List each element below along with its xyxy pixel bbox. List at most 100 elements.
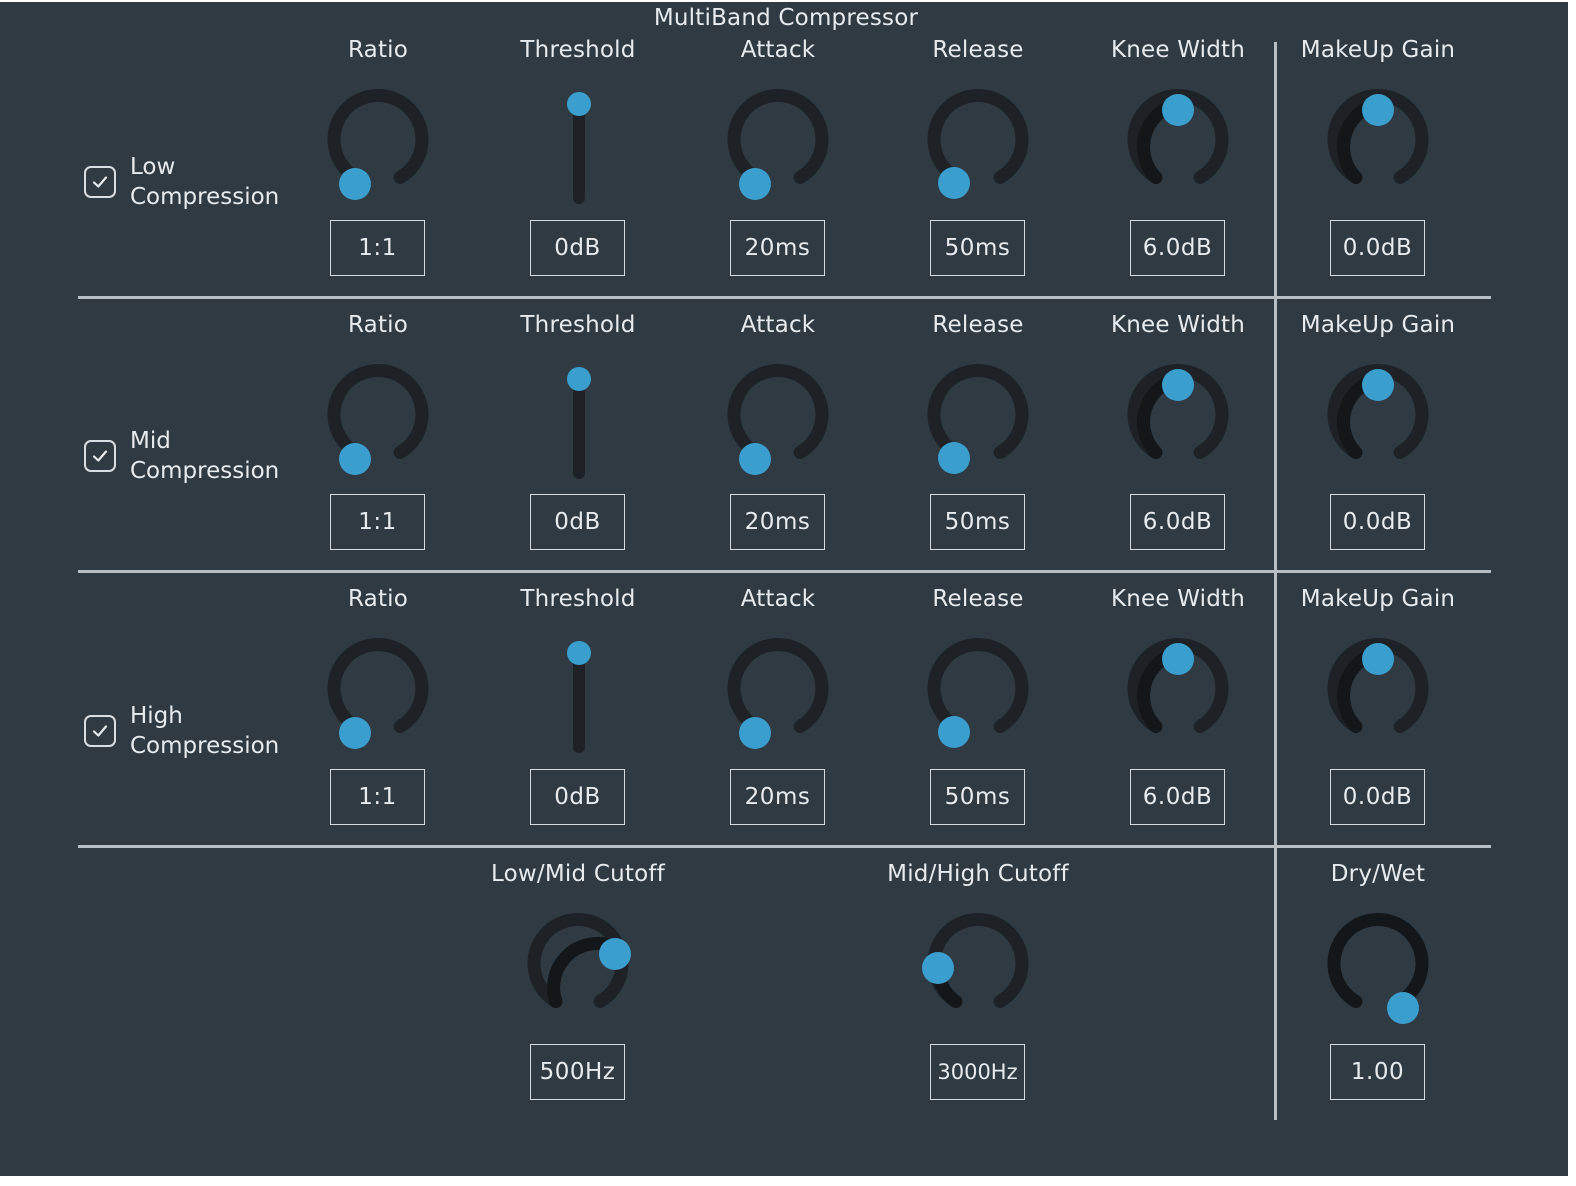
knob-indicator	[1162, 369, 1194, 401]
release-knob[interactable]	[918, 363, 1038, 483]
ratio-knob[interactable]	[318, 363, 438, 483]
band-label-line1: Low	[130, 154, 176, 180]
band-divider	[78, 845, 1491, 848]
makeup-gain-value-field[interactable]: 0.0dB	[1330, 769, 1425, 825]
band-mid-toggle[interactable]: Mid Compression	[84, 426, 279, 486]
band-label: Low Compression	[130, 152, 279, 212]
makeup-gain-value-field[interactable]: 0.0dB	[1330, 494, 1425, 550]
knee-width-knob[interactable]	[1118, 88, 1238, 208]
vertical-divider	[1274, 42, 1277, 1120]
ratio-label: Ratio	[347, 312, 409, 338]
knob-indicator	[938, 167, 970, 199]
band-divider	[78, 570, 1491, 573]
knob-indicator	[599, 938, 631, 970]
release-label: Release	[932, 37, 1024, 63]
knob-indicator	[1162, 94, 1194, 126]
knee-width-knob[interactable]	[1118, 637, 1238, 757]
threshold-value-field[interactable]: 0dB	[530, 220, 625, 276]
band-enable-checkbox[interactable]	[84, 715, 116, 747]
makeup-gain-label: MakeUp Gain	[1300, 312, 1456, 338]
knee-width-knob[interactable]	[1118, 363, 1238, 483]
attack-value-field[interactable]: 20ms	[730, 769, 825, 825]
checkmark-icon	[92, 176, 108, 188]
knob-indicator	[739, 443, 771, 475]
attack-knob[interactable]	[718, 88, 838, 208]
low-mid-cutoff-value-field[interactable]: 500Hz	[530, 1044, 625, 1100]
threshold-label: Threshold	[520, 312, 636, 338]
slider-handle	[567, 641, 591, 665]
release-value-field[interactable]: 50ms	[930, 220, 1025, 276]
knob-indicator	[339, 717, 371, 749]
attack-label: Attack	[740, 312, 816, 338]
knob-indicator	[938, 442, 970, 474]
ratio-knob[interactable]	[318, 637, 438, 757]
makeup-gain-knob[interactable]	[1318, 637, 1438, 757]
threshold-slider[interactable]	[559, 361, 599, 481]
knob-indicator	[1162, 643, 1194, 675]
compressor-panel: MultiBand Compressor Low Compression Rat…	[0, 2, 1568, 1176]
band-enable-checkbox[interactable]	[84, 166, 116, 198]
panel-title: MultiBand Compressor	[653, 5, 919, 31]
attack-value-field[interactable]: 20ms	[730, 220, 825, 276]
band-label-line2: Compression	[130, 458, 280, 484]
knob-indicator	[1362, 643, 1394, 675]
mid-high-cutoff-knob[interactable]	[918, 912, 1038, 1032]
attack-knob[interactable]	[718, 363, 838, 483]
threshold-slider[interactable]	[559, 86, 599, 206]
release-value-field[interactable]: 50ms	[930, 494, 1025, 550]
slider-handle	[567, 92, 591, 116]
knob-indicator	[938, 716, 970, 748]
low-mid-cutoff-label: Low/Mid Cutoff	[491, 861, 665, 887]
knee-width-label: Knee Width	[1110, 586, 1246, 612]
knob-indicator	[1362, 369, 1394, 401]
release-label: Release	[932, 586, 1024, 612]
band-low-toggle[interactable]: Low Compression	[84, 152, 279, 212]
knee-width-label: Knee Width	[1110, 312, 1246, 338]
band-label-line2: Compression	[130, 733, 280, 759]
knob-indicator	[739, 168, 771, 200]
band-label: High Compression	[130, 701, 279, 761]
knob-indicator	[739, 717, 771, 749]
makeup-gain-knob[interactable]	[1318, 363, 1438, 483]
attack-label: Attack	[740, 37, 816, 63]
release-knob[interactable]	[918, 637, 1038, 757]
mid-high-cutoff-value-field[interactable]: 3000Hz	[930, 1044, 1025, 1100]
release-label: Release	[932, 312, 1024, 338]
threshold-value-field[interactable]: 0dB	[530, 769, 625, 825]
band-label-line2: Compression	[130, 184, 280, 210]
ratio-label: Ratio	[347, 37, 409, 63]
release-knob[interactable]	[918, 88, 1038, 208]
attack-knob[interactable]	[718, 637, 838, 757]
ratio-value-field[interactable]: 1:1	[330, 494, 425, 550]
release-value-field[interactable]: 50ms	[930, 769, 1025, 825]
band-divider	[78, 296, 1491, 299]
ratio-knob[interactable]	[318, 88, 438, 208]
knee-width-value-field[interactable]: 6.0dB	[1130, 769, 1225, 825]
ratio-value-field[interactable]: 1:1	[330, 769, 425, 825]
makeup-gain-value-field[interactable]: 0.0dB	[1330, 220, 1425, 276]
knee-width-value-field[interactable]: 6.0dB	[1130, 220, 1225, 276]
band-enable-checkbox[interactable]	[84, 440, 116, 472]
ratio-value-field[interactable]: 1:1	[330, 220, 425, 276]
knob-indicator	[339, 168, 371, 200]
knee-width-value-field[interactable]: 6.0dB	[1130, 494, 1225, 550]
makeup-gain-label: MakeUp Gain	[1300, 586, 1456, 612]
knob-indicator	[1362, 94, 1394, 126]
knee-width-label: Knee Width	[1110, 37, 1246, 63]
low-mid-cutoff-knob[interactable]	[518, 912, 638, 1032]
makeup-gain-label: MakeUp Gain	[1300, 37, 1456, 63]
band-high-toggle[interactable]: High Compression	[84, 701, 279, 761]
attack-value-field[interactable]: 20ms	[730, 494, 825, 550]
threshold-value-field[interactable]: 0dB	[530, 494, 625, 550]
band-label-line1: High	[130, 703, 183, 729]
makeup-gain-knob[interactable]	[1318, 88, 1438, 208]
dry-wet-value-field[interactable]: 1.00	[1330, 1044, 1425, 1100]
band-label-line1: Mid	[130, 428, 171, 454]
threshold-label: Threshold	[520, 586, 636, 612]
dry-wet-knob[interactable]	[1318, 912, 1438, 1032]
knob-indicator	[339, 443, 371, 475]
knob-indicator	[922, 952, 954, 984]
threshold-slider[interactable]	[559, 635, 599, 755]
knob-indicator	[1387, 992, 1419, 1024]
mid-high-cutoff-label: Mid/High Cutoff	[887, 861, 1069, 887]
